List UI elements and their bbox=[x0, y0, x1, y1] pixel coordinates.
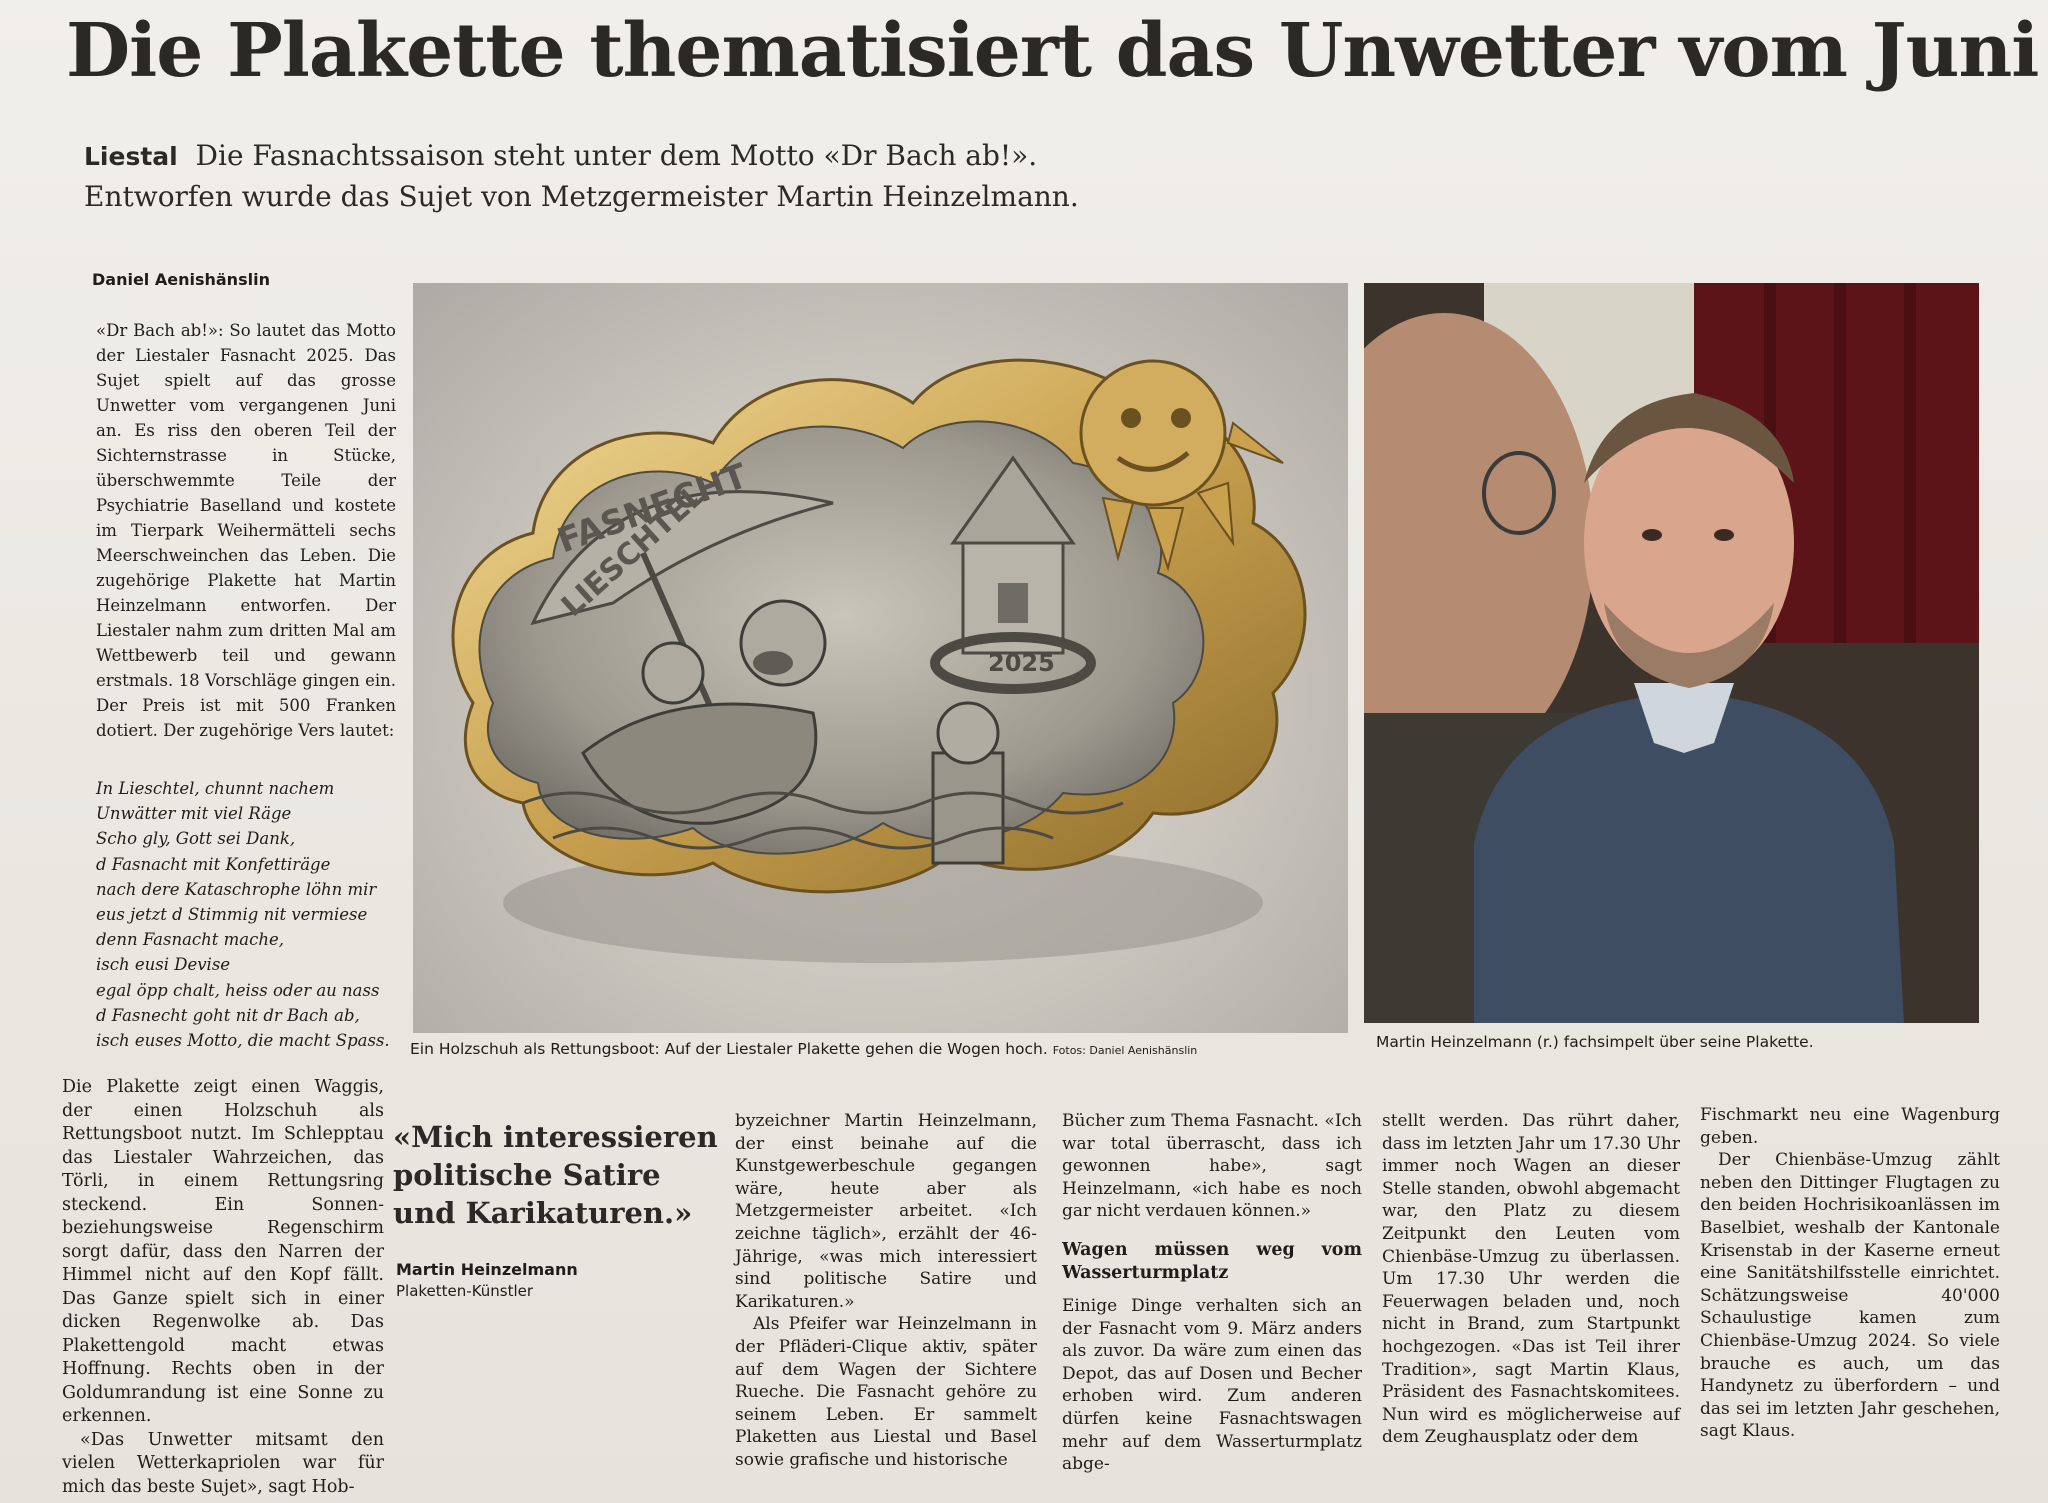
body-paragraph: Bücher zum Thema Fasnacht. «Ich war tota… bbox=[1062, 1111, 1362, 1222]
portrait-illustration bbox=[1364, 283, 1979, 1023]
quote-author-role: Plaketten-Künstler bbox=[396, 1282, 534, 1300]
article-column-6: Fischmarkt neu eine Wagenburg geben. Der… bbox=[1700, 1104, 2000, 1443]
pull-quote: «Mich interessieren politische Satire un… bbox=[393, 1120, 718, 1230]
photo-caption-1: Ein Holzschuh als Rettungsboot: Auf der … bbox=[410, 1040, 1197, 1058]
body-paragraph: Als Pfeifer war Heinzelmann in der Pfläd… bbox=[735, 1314, 1037, 1470]
verse-line: Scho gly, Gott sei Dank, bbox=[96, 829, 296, 849]
caption-text: Ein Holzschuh als Rettungsboot: Auf der … bbox=[410, 1040, 1048, 1058]
quote-author: Martin Heinzelmann bbox=[396, 1260, 578, 1279]
verse-line: denn Fasnacht mache, bbox=[96, 930, 285, 950]
article-column-1-lower: Die Plakette zeigt einen Waggis, der ein… bbox=[62, 1076, 384, 1499]
portrait-photo bbox=[1364, 283, 1979, 1023]
verse-line: d Fasnacht mit Konfettiräge bbox=[96, 854, 331, 874]
verse-line: egal öpp chalt, heiss oder au nass bbox=[96, 980, 380, 1000]
body-paragraph: «Das Unwetter mitsamt den vielen Wetterk… bbox=[62, 1429, 384, 1497]
verse-line: In Lieschtel, chunnt nachem bbox=[96, 779, 335, 798]
newspaper-page: Die Plakette thematisiert das Unwetter v… bbox=[0, 0, 2048, 1503]
body-paragraph: Der Chienbäse-Umzug zählt neben den Ditt… bbox=[1700, 1150, 2000, 1442]
guard-figure bbox=[931, 701, 1005, 865]
verse-line: d Fasnecht goht nit dr Bach ab, bbox=[96, 1005, 360, 1025]
article-column-5: stellt werden. Das rührt daher, dass im … bbox=[1382, 1110, 1680, 1449]
lead-paragraph: Liestal Die Fasnachtssaison steht unter … bbox=[84, 136, 1584, 217]
section-subheading: Wagen müssen weg vom Wasserturmplatz bbox=[1062, 1239, 1362, 1283]
verse-line: nach dere Kataschrophe löhn mir bbox=[96, 879, 377, 899]
verse-line: isch euses Motto, die macht Spass. bbox=[96, 1031, 390, 1051]
body-paragraph: Fischmarkt neu eine Wagenburg geben. bbox=[1700, 1105, 2000, 1148]
lead-line-1: Die Fasnachtssaison steht unter dem Mott… bbox=[195, 139, 1038, 172]
verse-line: isch eusi Devise bbox=[96, 955, 231, 975]
verse-block: In Lieschtel, chunnt nachem Unwätter mit… bbox=[96, 776, 396, 1053]
article-column-1: «Dr Bach ab!»: So lautet das Motto der L… bbox=[96, 318, 396, 743]
article-column-4: Bücher zum Thema Fasnacht. «Ich war tota… bbox=[1062, 1110, 1362, 1476]
plaque-illustration: FASNECHT LIESCHTEL 2025 bbox=[451, 358, 1307, 963]
lead-line-2: Entworfen wurde das Sujet von Metzgermei… bbox=[84, 180, 1079, 213]
plaque-year: 2025 bbox=[988, 649, 1055, 677]
body-paragraph: «Dr Bach ab!»: So lautet das Motto der L… bbox=[96, 321, 396, 740]
body-paragraph: Die Plakette zeigt einen Waggis, der ein… bbox=[62, 1077, 384, 1426]
body-paragraph: stellt werden. Das rührt daher, dass im … bbox=[1382, 1111, 1680, 1448]
verse-line: eus jetzt d Stimmig nit vermiese bbox=[96, 905, 368, 925]
headline: Die Plakette thematisiert das Unwetter v… bbox=[66, 8, 2039, 94]
verse-line: Unwätter mit viel Räge bbox=[96, 804, 292, 824]
body-paragraph: byzeichner Martin Heinzelmann, der einst… bbox=[735, 1111, 1037, 1312]
photo-credit: Fotos: Daniel Aenishänslin bbox=[1052, 1044, 1198, 1057]
plaque-photo: FASNECHT LIESCHTEL 2025 bbox=[413, 283, 1348, 1033]
author-byline: Daniel Aenishänslin bbox=[92, 270, 270, 289]
photo-caption-2: Martin Heinzelmann (r.) fachsimpelt über… bbox=[1376, 1033, 1814, 1051]
body-paragraph: Einige Dinge verhalten sich an der Fasna… bbox=[1062, 1295, 1362, 1475]
dateline-location: Liestal bbox=[84, 142, 178, 171]
article-column-3: byzeichner Martin Heinzelmann, der einst… bbox=[735, 1110, 1037, 1472]
